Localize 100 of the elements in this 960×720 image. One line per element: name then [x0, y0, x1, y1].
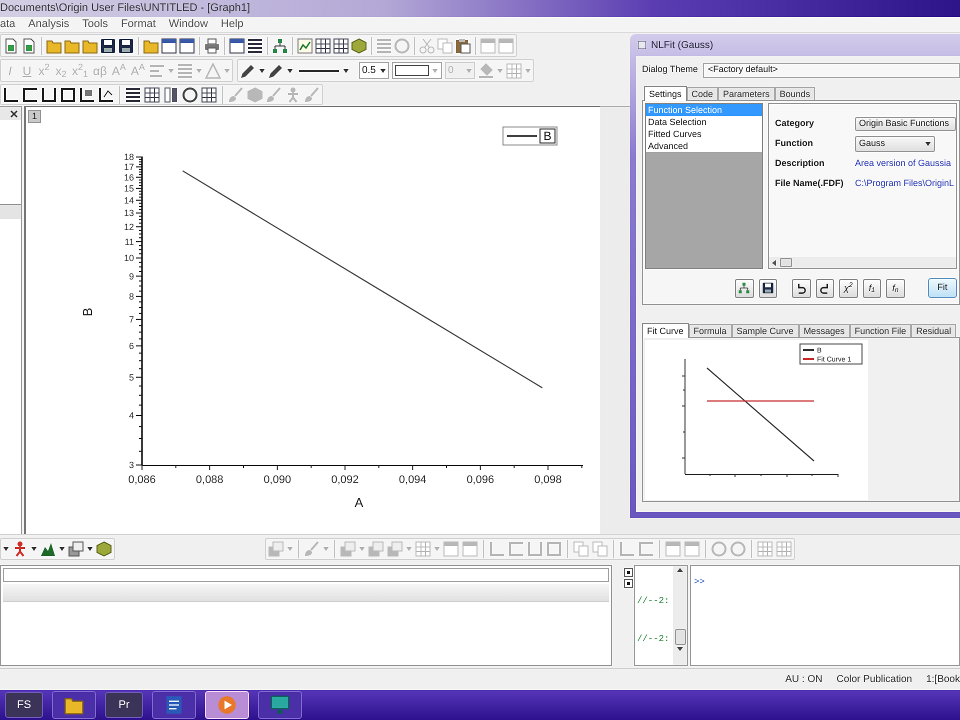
- tab[interactable]: Function File: [850, 324, 912, 337]
- taskbar-button[interactable]: [52, 691, 96, 719]
- tool-button[interactable]: [816, 278, 834, 298]
- tool-button[interactable]: f$_{n}$: [886, 278, 905, 298]
- columns-icon[interactable]: [163, 86, 179, 102]
- horizontal-scrollbar[interactable]: [769, 257, 956, 268]
- hexagon-icon[interactable]: [351, 38, 367, 54]
- link[interactable]: Area version of Gaussia: [855, 157, 952, 171]
- close-icon[interactable]: [10, 110, 18, 118]
- value-dropdown[interactable]: 0.5: [358, 62, 389, 79]
- table-icon[interactable]: [201, 86, 217, 102]
- taskbar-button[interactable]: Pr: [105, 692, 143, 718]
- tab[interactable]: Code: [686, 87, 718, 100]
- taskbar-button[interactable]: [258, 691, 302, 719]
- text-field[interactable]: [3, 568, 609, 582]
- tool-button[interactable]: χ$^{2}$: [839, 278, 858, 298]
- layers-icon[interactable]: [68, 540, 84, 556]
- printer-icon[interactable]: [204, 38, 220, 54]
- caret-icon[interactable]: [258, 68, 265, 72]
- vertical-scrollbar[interactable]: [673, 566, 687, 665]
- tab[interactable]: Residual: [911, 324, 956, 337]
- window-icon[interactable]: [179, 38, 195, 54]
- scrollbar-thumb[interactable]: [674, 629, 686, 645]
- axis-frame-icon[interactable]: [60, 86, 76, 102]
- tab[interactable]: Messages: [798, 324, 850, 337]
- line-chart-icon[interactable]: [297, 38, 313, 54]
- document-icon[interactable]: [164, 695, 184, 715]
- tool-button[interactable]: [792, 278, 811, 298]
- scroll-down-icon[interactable]: [677, 647, 683, 651]
- document-icon[interactable]: [21, 38, 37, 54]
- scroll-left-icon[interactable]: [772, 260, 776, 266]
- hierarchy-icon[interactable]: [738, 282, 750, 294]
- menu-item[interactable]: Tools: [82, 19, 108, 30]
- document-icon[interactable]: [3, 38, 19, 54]
- pen-icon[interactable]: [240, 62, 256, 78]
- window-icon[interactable]: [161, 38, 177, 54]
- fit-button[interactable]: Fit: [928, 278, 957, 298]
- mountain-icon[interactable]: [40, 540, 56, 556]
- tab[interactable]: Settings: [644, 86, 687, 101]
- menu-item[interactable]: ata: [0, 19, 16, 30]
- tab[interactable]: Parameters: [718, 87, 775, 100]
- layer-tab[interactable]: 1: [28, 110, 42, 123]
- tool-button[interactable]: [758, 278, 778, 298]
- list-item[interactable]: Fitted Curves: [646, 128, 762, 140]
- hexagon-icon[interactable]: [96, 540, 112, 556]
- list-icon[interactable]: [247, 38, 263, 54]
- axis-frame-icon[interactable]: [3, 86, 19, 102]
- scrollbar-thumb[interactable]: [780, 258, 792, 267]
- caret-icon[interactable]: [3, 546, 9, 550]
- menu-item[interactable]: Format: [120, 19, 156, 30]
- ring-icon[interactable]: [182, 86, 198, 102]
- folder-icon[interactable]: [64, 38, 80, 54]
- axis-frame-icon[interactable]: [79, 86, 95, 102]
- caret-icon[interactable]: [87, 546, 93, 550]
- tab[interactable]: Sample Curve: [732, 324, 799, 337]
- list-item[interactable]: Data Selection: [646, 116, 762, 128]
- tab[interactable]: Fit Curve: [642, 323, 689, 338]
- theme-dropdown[interactable]: <Factory default>: [702, 62, 960, 78]
- dropdown[interactable]: Gauss: [855, 136, 935, 152]
- table-icon[interactable]: [315, 38, 331, 54]
- folder-icon[interactable]: [82, 38, 98, 54]
- list-item[interactable]: Advanced: [646, 140, 762, 152]
- taskbar-button[interactable]: FS: [5, 692, 43, 718]
- table-icon[interactable]: [144, 86, 160, 102]
- caret-icon[interactable]: [286, 68, 293, 72]
- axis-frame-icon[interactable]: [22, 86, 38, 102]
- window-icon[interactable]: [229, 38, 245, 54]
- caret-icon[interactable]: [59, 546, 65, 550]
- border-style-dropdown[interactable]: [392, 62, 442, 79]
- save-icon[interactable]: [100, 38, 116, 54]
- list-icon[interactable]: [125, 86, 141, 102]
- save-icon[interactable]: [762, 282, 774, 294]
- axis-frame-icon[interactable]: [41, 86, 57, 102]
- dropdown[interactable]: Origin Basic Functions: [855, 117, 956, 131]
- axis-frame-icon[interactable]: [98, 86, 114, 102]
- save-icon[interactable]: [118, 38, 134, 54]
- tab[interactable]: Formula: [688, 324, 732, 337]
- folder-icon[interactable]: [64, 695, 84, 715]
- play-icon[interactable]: [217, 695, 237, 715]
- monitor-icon[interactable]: [270, 695, 290, 715]
- hierarchy-icon[interactable]: [272, 38, 288, 54]
- menu-item[interactable]: Analysis: [28, 19, 70, 30]
- link[interactable]: C:\Program Files\OriginL: [855, 177, 954, 191]
- tool-button[interactable]: f$_{1}$: [862, 278, 882, 298]
- folder-icon[interactable]: [143, 38, 159, 54]
- tool-button[interactable]: [735, 278, 754, 298]
- caret-icon[interactable]: [380, 68, 386, 72]
- table-icon[interactable]: [333, 38, 349, 54]
- tab[interactable]: Bounds: [774, 87, 816, 100]
- menu-item[interactable]: Window: [168, 19, 208, 30]
- caret-icon[interactable]: [342, 68, 349, 72]
- clipboard-icon[interactable]: [455, 38, 471, 54]
- stick-figure-icon[interactable]: [12, 540, 28, 556]
- caret-icon[interactable]: [925, 142, 931, 146]
- folder-icon[interactable]: [46, 38, 62, 54]
- scroll-up-icon[interactable]: [677, 568, 683, 572]
- pen-icon[interactable]: [268, 62, 284, 78]
- menu-item[interactable]: Help: [220, 19, 244, 30]
- caret-icon[interactable]: [31, 546, 37, 550]
- taskbar-button[interactable]: [152, 691, 196, 719]
